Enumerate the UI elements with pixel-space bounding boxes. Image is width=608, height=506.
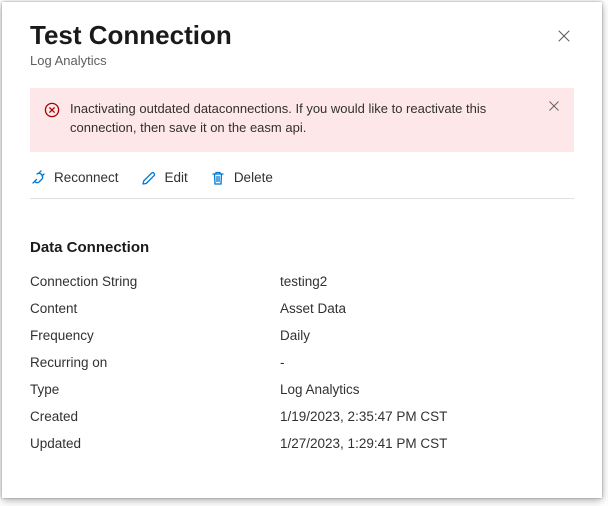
- field-row: Type Log Analytics: [30, 382, 574, 397]
- alert-message: Inactivating outdated dataconnections. I…: [70, 100, 560, 138]
- field-value: Log Analytics: [280, 382, 360, 397]
- delete-label: Delete: [234, 170, 273, 185]
- field-value: testing2: [280, 274, 327, 289]
- delete-button[interactable]: Delete: [210, 170, 273, 186]
- reconnect-button[interactable]: Reconnect: [30, 170, 119, 186]
- trash-icon: [210, 170, 226, 186]
- field-label: Type: [30, 382, 280, 397]
- close-button[interactable]: [550, 24, 578, 52]
- error-alert: Inactivating outdated dataconnections. I…: [30, 88, 574, 152]
- field-row: Recurring on -: [30, 355, 574, 370]
- alert-dismiss-button[interactable]: [544, 98, 564, 118]
- close-icon: [548, 99, 560, 117]
- field-value: 1/27/2023, 1:29:41 PM CST: [280, 436, 447, 451]
- pencil-icon: [141, 170, 157, 186]
- field-row: Content Asset Data: [30, 301, 574, 316]
- panel-subtitle: Log Analytics: [30, 53, 574, 68]
- section-heading: Data Connection: [30, 239, 574, 256]
- plug-icon: [30, 170, 46, 186]
- edit-button[interactable]: Edit: [141, 170, 188, 186]
- action-toolbar: Reconnect Edit Delete: [30, 170, 574, 199]
- connection-details: Connection String testing2 Content Asset…: [30, 274, 574, 451]
- field-label: Recurring on: [30, 355, 280, 370]
- reconnect-label: Reconnect: [54, 170, 119, 185]
- field-label: Updated: [30, 436, 280, 451]
- field-value: 1/19/2023, 2:35:47 PM CST: [280, 409, 447, 424]
- field-value: Daily: [280, 328, 310, 343]
- field-label: Frequency: [30, 328, 280, 343]
- error-circle-icon: [44, 102, 60, 118]
- field-label: Connection String: [30, 274, 280, 289]
- field-label: Content: [30, 301, 280, 316]
- field-row: Updated 1/27/2023, 1:29:41 PM CST: [30, 436, 574, 451]
- edit-label: Edit: [165, 170, 188, 185]
- field-value: -: [280, 355, 285, 370]
- field-row: Frequency Daily: [30, 328, 574, 343]
- field-row: Created 1/19/2023, 2:35:47 PM CST: [30, 409, 574, 424]
- field-value: Asset Data: [280, 301, 346, 316]
- panel-title: Test Connection: [30, 20, 574, 51]
- panel-header: Test Connection Log Analytics: [30, 20, 574, 68]
- field-label: Created: [30, 409, 280, 424]
- field-row: Connection String testing2: [30, 274, 574, 289]
- close-icon: [557, 29, 571, 48]
- connection-panel: Test Connection Log Analytics Inactivati…: [2, 2, 602, 498]
